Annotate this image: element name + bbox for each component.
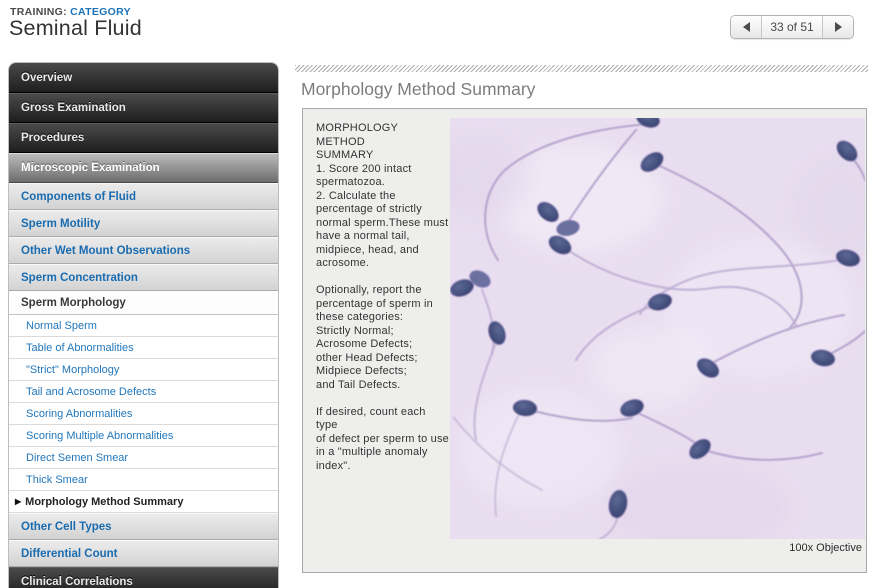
page: { "header": { "breadcrumb": { "prefix": … (0, 0, 877, 588)
sidebar-item-microscopic-examination[interactable]: Microscopic Examination (9, 153, 278, 183)
content-panel: MORPHOLOGY METHOD SUMMARY 1. Score 200 i… (302, 108, 867, 573)
method-summary-text: MORPHOLOGY METHOD SUMMARY 1. Score 200 i… (316, 122, 449, 473)
sidebar-item-components-of-fluid[interactable]: Components of Fluid (9, 183, 278, 210)
sidebar-item-overview[interactable]: Overview (9, 63, 278, 93)
section-title: Morphology Method Summary (301, 79, 535, 100)
sidebar-item-scoring-multiple-abnormalities[interactable]: Scoring Multiple Abnormalities (9, 425, 278, 447)
sidebar-item-scoring-abnormalities[interactable]: Scoring Abnormalities (9, 403, 278, 425)
pager: 33 of 51 (730, 15, 854, 39)
sidebar-item-label: Morphology Method Summary (25, 496, 183, 508)
hatched-divider (295, 65, 868, 72)
sidebar-item-procedures[interactable]: Procedures (9, 123, 278, 153)
sidebar-item-sperm-motility[interactable]: Sperm Motility (9, 210, 278, 237)
sidebar-item-direct-semen-smear[interactable]: Direct Semen Smear (9, 447, 278, 469)
objective-caption: 100x Objective (789, 542, 862, 554)
sidebar-item-gross-examination[interactable]: Gross Examination (9, 93, 278, 123)
sidebar-item-thick-smear[interactable]: Thick Smear (9, 469, 278, 491)
page-count-label: 33 of 51 (762, 16, 822, 38)
sidebar-item-differential-count[interactable]: Differential Count (9, 540, 278, 567)
prev-page-button[interactable] (731, 16, 762, 38)
sidebar-item-clinical-correlations[interactable]: Clinical Correlations (9, 567, 278, 588)
sidebar-item-table-of-abnormalities[interactable]: Table of Abnormalities (9, 337, 278, 359)
sidebar-item-sperm-morphology[interactable]: Sperm Morphology (9, 291, 278, 315)
prev-arrow-icon (743, 22, 750, 32)
sidebar-item-normal-sperm[interactable]: Normal Sperm (9, 315, 278, 337)
next-arrow-icon (835, 22, 842, 32)
sperm-micrograph-image (450, 118, 865, 539)
sidebar-item-tail-and-acrosome-defects[interactable]: Tail and Acrosome Defects (9, 381, 278, 403)
sidebar-nav: Overview Gross Examination Procedures Mi… (8, 62, 279, 588)
sidebar-item-other-wet-mount-observations[interactable]: Other Wet Mount Observations (9, 237, 278, 264)
next-page-button[interactable] (822, 16, 853, 38)
sidebar-item-sperm-concentration[interactable]: Sperm Concentration (9, 264, 278, 291)
sidebar-item-strict-morphology[interactable]: "Strict" Morphology (9, 359, 278, 381)
sidebar-item-morphology-method-summary[interactable]: ▶ Morphology Method Summary (9, 491, 278, 513)
page-title: Seminal Fluid (9, 16, 142, 41)
sidebar-item-other-cell-types[interactable]: Other Cell Types (9, 513, 278, 540)
active-item-arrow-icon: ▶ (15, 498, 21, 506)
